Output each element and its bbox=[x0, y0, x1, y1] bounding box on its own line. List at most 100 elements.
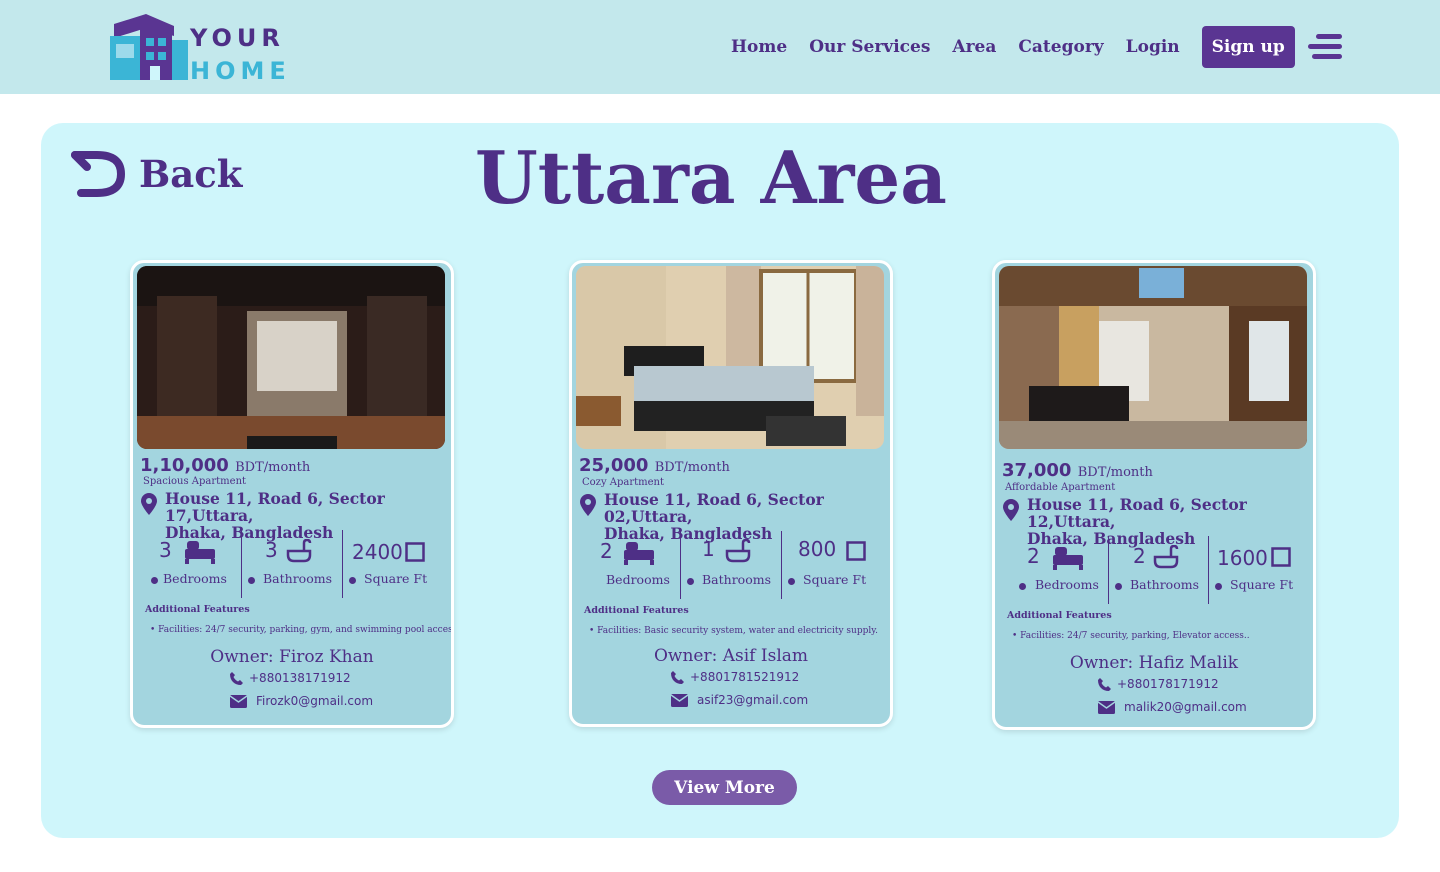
back-arrow-icon bbox=[71, 151, 125, 197]
sqft-label: Square Ft bbox=[364, 571, 428, 586]
property-type: Cozy Apartment bbox=[582, 477, 665, 488]
property-card[interactable]: 37,000 BDT/month Affordable Apartment Ho… bbox=[992, 260, 1316, 730]
nav-category[interactable]: Category bbox=[1018, 26, 1103, 68]
mail-icon bbox=[230, 694, 247, 708]
menu-icon[interactable] bbox=[1308, 33, 1342, 61]
owner-name: Owner: Asif Islam bbox=[653, 646, 809, 666]
owner-email[interactable]: Firozk0@gmail.com bbox=[230, 694, 373, 708]
phone-icon bbox=[230, 671, 243, 685]
stat-bathrooms: 1 Bathrooms bbox=[681, 531, 781, 599]
stat-bedrooms: 3 Bedrooms bbox=[133, 530, 241, 598]
owner-phone[interactable]: +880138171912 bbox=[230, 671, 351, 685]
address-line-1: House 11, Road 6, Sector 12,Uttara, bbox=[1027, 495, 1247, 531]
main-nav: Home Our Services Area Category Login Si… bbox=[731, 26, 1295, 68]
bathtub-icon bbox=[1153, 545, 1179, 569]
price-value: 37,000 bbox=[1002, 460, 1072, 481]
site-logo[interactable]: YOUR HOME bbox=[104, 14, 286, 85]
nav-home[interactable]: Home bbox=[731, 26, 787, 68]
bathrooms-label: Bathrooms bbox=[1130, 577, 1200, 592]
price-value: 1,10,000 bbox=[140, 455, 229, 476]
mail-icon bbox=[671, 693, 688, 707]
property-stats: 2 Bedrooms 2 Bathrooms 1600 Square Ft bbox=[995, 536, 1313, 604]
mail-icon bbox=[1098, 700, 1115, 714]
bed-icon bbox=[185, 541, 215, 564]
location-pin-icon bbox=[580, 494, 596, 516]
bedrooms-label: Bedrooms bbox=[606, 572, 670, 587]
nav-login[interactable]: Login bbox=[1126, 26, 1180, 68]
stat-sqft: 2400 Square Ft bbox=[343, 530, 451, 598]
owner-email[interactable]: malik20@gmail.com bbox=[1098, 700, 1247, 714]
price-unit: BDT/month bbox=[235, 460, 311, 475]
stat-sqft: 800 Square Ft bbox=[782, 531, 890, 599]
signup-button[interactable]: Sign up bbox=[1201, 26, 1295, 68]
property-photo[interactable] bbox=[576, 266, 884, 449]
property-photo[interactable] bbox=[137, 266, 445, 449]
property-card[interactable]: 1,10,000 BDT/month Spacious Apartment Ho… bbox=[130, 260, 454, 728]
phone-icon bbox=[1098, 677, 1111, 691]
bedrooms-count: 3 bbox=[159, 538, 172, 562]
site-header: YOUR HOME Home Our Services Area Categor… bbox=[0, 0, 1440, 94]
bathrooms-count: 1 bbox=[702, 537, 715, 561]
square-icon bbox=[405, 542, 425, 562]
features-heading: Additional Features bbox=[1007, 610, 1112, 621]
bedrooms-count: 2 bbox=[600, 539, 613, 563]
nav-area[interactable]: Area bbox=[952, 26, 996, 68]
address-line-1: House 11, Road 6, Sector 17,Uttara, bbox=[165, 489, 385, 525]
owner-email[interactable]: asif23@gmail.com bbox=[671, 693, 808, 707]
price-unit: BDT/month bbox=[1077, 465, 1153, 480]
features-heading: Additional Features bbox=[145, 604, 250, 615]
location-pin-icon bbox=[1003, 499, 1019, 521]
bathrooms-count: 3 bbox=[265, 538, 278, 562]
owner-name: Owner: Hafiz Malik bbox=[1069, 653, 1239, 673]
location-pin-icon bbox=[141, 493, 157, 515]
nav-our-services[interactable]: Our Services bbox=[809, 26, 930, 68]
back-label: Back bbox=[139, 152, 243, 196]
bathtub-icon bbox=[286, 539, 312, 563]
stat-bathrooms: 3 Bathrooms bbox=[242, 530, 342, 598]
property-card[interactable]: 25,000 BDT/month Cozy Apartment House 11… bbox=[569, 260, 893, 727]
bedrooms-label: Bedrooms bbox=[1035, 577, 1099, 592]
bathtub-icon bbox=[725, 539, 751, 563]
owner-phone[interactable]: +880178171912 bbox=[1098, 677, 1219, 691]
sqft-value: 2400 bbox=[352, 540, 403, 564]
features-heading: Additional Features bbox=[584, 605, 689, 616]
bedrooms-count: 2 bbox=[1027, 544, 1040, 568]
phone-icon bbox=[671, 670, 684, 684]
bathrooms-label: Bathrooms bbox=[263, 571, 333, 586]
stat-bedrooms: 2 Bedrooms bbox=[572, 531, 680, 599]
price-unit: BDT/month bbox=[654, 460, 730, 475]
bed-icon bbox=[624, 542, 654, 565]
feature-item: • Facilities: 24/7 security, parking, El… bbox=[1012, 631, 1250, 641]
stat-sqft: 1600 Square Ft bbox=[1209, 536, 1313, 604]
bathrooms-count: 2 bbox=[1133, 544, 1146, 568]
sqft-label: Square Ft bbox=[1230, 577, 1294, 592]
sqft-value: 1600 bbox=[1217, 546, 1268, 570]
square-icon bbox=[846, 541, 866, 561]
property-photo[interactable] bbox=[999, 266, 1307, 449]
bed-icon bbox=[1053, 547, 1083, 570]
property-stats: 3 Bedrooms 3 Bathrooms 2400 Square Ft bbox=[133, 530, 451, 598]
view-more-button[interactable]: View More bbox=[652, 770, 797, 805]
feature-item: • Facilities: 24/7 security, parking, gy… bbox=[150, 625, 454, 635]
stat-bathrooms: 2 Bathrooms bbox=[1109, 536, 1208, 604]
price-value: 25,000 bbox=[579, 455, 649, 476]
back-button[interactable]: Back bbox=[67, 151, 242, 197]
address-line-1: House 11, Road 6, Sector 02,Uttara, bbox=[604, 490, 824, 526]
logo-building-icon bbox=[110, 14, 188, 80]
logo-text-your: YOUR bbox=[190, 24, 285, 52]
property-type: Affordable Apartment bbox=[1005, 482, 1116, 493]
sqft-label: Square Ft bbox=[803, 572, 867, 587]
logo-text-home: HOME bbox=[190, 57, 291, 85]
sqft-value: 800 bbox=[798, 537, 837, 561]
bathrooms-label: Bathrooms bbox=[702, 572, 772, 587]
bedrooms-label: Bedrooms bbox=[163, 571, 227, 586]
feature-item: • Facilities: Basic security system, wat… bbox=[589, 626, 878, 636]
page-title: Uttara Area bbox=[475, 135, 947, 220]
owner-phone[interactable]: +8801781521912 bbox=[671, 670, 799, 684]
property-stats: 2 Bedrooms 1 Bathrooms 800 Square Ft bbox=[572, 531, 890, 599]
area-panel: Back Uttara Area 1,10,000 BDT/month Spac… bbox=[41, 123, 1399, 838]
square-icon bbox=[1271, 547, 1291, 567]
owner-name: Owner: Firoz Khan bbox=[210, 647, 374, 667]
stat-bedrooms: 2 Bedrooms bbox=[995, 536, 1103, 604]
property-type: Spacious Apartment bbox=[143, 476, 247, 487]
